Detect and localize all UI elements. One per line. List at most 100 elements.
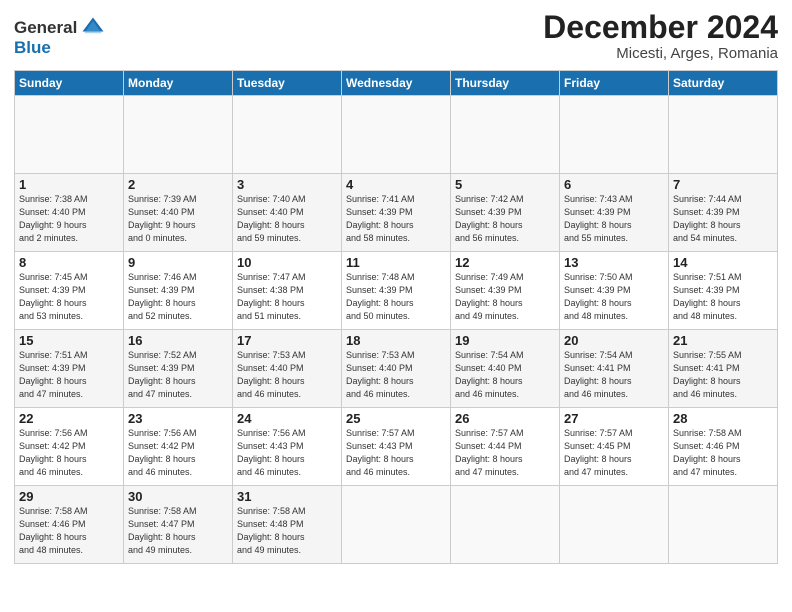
- table-cell: 8Sunrise: 7:45 AM Sunset: 4:39 PM Daylig…: [15, 252, 124, 330]
- table-cell: [233, 96, 342, 174]
- table-cell: [669, 486, 778, 564]
- calendar-header-row: Sunday Monday Tuesday Wednesday Thursday…: [15, 71, 778, 96]
- day-number: 20: [564, 333, 664, 348]
- day-info: Sunrise: 7:40 AM Sunset: 4:40 PM Dayligh…: [237, 193, 337, 245]
- day-number: 17: [237, 333, 337, 348]
- day-number: 18: [346, 333, 446, 348]
- day-info: Sunrise: 7:46 AM Sunset: 4:39 PM Dayligh…: [128, 271, 228, 323]
- day-number: 12: [455, 255, 555, 270]
- table-cell: 23Sunrise: 7:56 AM Sunset: 4:42 PM Dayli…: [124, 408, 233, 486]
- day-info: Sunrise: 7:45 AM Sunset: 4:39 PM Dayligh…: [19, 271, 119, 323]
- calendar-week-row: 8Sunrise: 7:45 AM Sunset: 4:39 PM Daylig…: [15, 252, 778, 330]
- table-cell: 28Sunrise: 7:58 AM Sunset: 4:46 PM Dayli…: [669, 408, 778, 486]
- logo-icon: [79, 14, 107, 42]
- day-number: 7: [673, 177, 773, 192]
- title-block: December 2024 Micesti, Arges, Romania: [543, 10, 778, 62]
- table-cell: 29Sunrise: 7:58 AM Sunset: 4:46 PM Dayli…: [15, 486, 124, 564]
- day-info: Sunrise: 7:48 AM Sunset: 4:39 PM Dayligh…: [346, 271, 446, 323]
- day-info: Sunrise: 7:54 AM Sunset: 4:41 PM Dayligh…: [564, 349, 664, 401]
- main-container: General Blue December 2024 Micesti, Arge…: [0, 0, 792, 574]
- table-cell: [15, 96, 124, 174]
- day-info: Sunrise: 7:50 AM Sunset: 4:39 PM Dayligh…: [564, 271, 664, 323]
- table-cell: 30Sunrise: 7:58 AM Sunset: 4:47 PM Dayli…: [124, 486, 233, 564]
- table-cell: 20Sunrise: 7:54 AM Sunset: 4:41 PM Dayli…: [560, 330, 669, 408]
- day-info: Sunrise: 7:47 AM Sunset: 4:38 PM Dayligh…: [237, 271, 337, 323]
- day-number: 10: [237, 255, 337, 270]
- table-cell: [342, 96, 451, 174]
- table-cell: 7Sunrise: 7:44 AM Sunset: 4:39 PM Daylig…: [669, 174, 778, 252]
- day-info: Sunrise: 7:58 AM Sunset: 4:46 PM Dayligh…: [19, 505, 119, 557]
- day-number: 21: [673, 333, 773, 348]
- day-number: 2: [128, 177, 228, 192]
- day-number: 11: [346, 255, 446, 270]
- col-sunday: Sunday: [15, 71, 124, 96]
- table-cell: 2Sunrise: 7:39 AM Sunset: 4:40 PM Daylig…: [124, 174, 233, 252]
- day-number: 19: [455, 333, 555, 348]
- calendar-week-row: [15, 96, 778, 174]
- day-info: Sunrise: 7:38 AM Sunset: 4:40 PM Dayligh…: [19, 193, 119, 245]
- calendar-week-row: 29Sunrise: 7:58 AM Sunset: 4:46 PM Dayli…: [15, 486, 778, 564]
- day-number: 28: [673, 411, 773, 426]
- calendar-week-row: 22Sunrise: 7:56 AM Sunset: 4:42 PM Dayli…: [15, 408, 778, 486]
- day-number: 24: [237, 411, 337, 426]
- day-number: 13: [564, 255, 664, 270]
- page-subtitle: Micesti, Arges, Romania: [543, 45, 778, 62]
- day-number: 1: [19, 177, 119, 192]
- table-cell: 1Sunrise: 7:38 AM Sunset: 4:40 PM Daylig…: [15, 174, 124, 252]
- day-info: Sunrise: 7:55 AM Sunset: 4:41 PM Dayligh…: [673, 349, 773, 401]
- table-cell: 19Sunrise: 7:54 AM Sunset: 4:40 PM Dayli…: [451, 330, 560, 408]
- table-cell: 4Sunrise: 7:41 AM Sunset: 4:39 PM Daylig…: [342, 174, 451, 252]
- day-info: Sunrise: 7:56 AM Sunset: 4:42 PM Dayligh…: [19, 427, 119, 479]
- day-number: 29: [19, 489, 119, 504]
- day-number: 27: [564, 411, 664, 426]
- day-info: Sunrise: 7:53 AM Sunset: 4:40 PM Dayligh…: [346, 349, 446, 401]
- table-cell: 21Sunrise: 7:55 AM Sunset: 4:41 PM Dayli…: [669, 330, 778, 408]
- day-info: Sunrise: 7:54 AM Sunset: 4:40 PM Dayligh…: [455, 349, 555, 401]
- table-cell: [451, 96, 560, 174]
- table-cell: 15Sunrise: 7:51 AM Sunset: 4:39 PM Dayli…: [15, 330, 124, 408]
- day-number: 15: [19, 333, 119, 348]
- day-info: Sunrise: 7:52 AM Sunset: 4:39 PM Dayligh…: [128, 349, 228, 401]
- day-number: 26: [455, 411, 555, 426]
- table-cell: [451, 486, 560, 564]
- day-info: Sunrise: 7:42 AM Sunset: 4:39 PM Dayligh…: [455, 193, 555, 245]
- day-number: 16: [128, 333, 228, 348]
- day-number: 3: [237, 177, 337, 192]
- day-info: Sunrise: 7:49 AM Sunset: 4:39 PM Dayligh…: [455, 271, 555, 323]
- table-cell: 6Sunrise: 7:43 AM Sunset: 4:39 PM Daylig…: [560, 174, 669, 252]
- day-info: Sunrise: 7:58 AM Sunset: 4:47 PM Dayligh…: [128, 505, 228, 557]
- day-number: 25: [346, 411, 446, 426]
- day-number: 9: [128, 255, 228, 270]
- day-info: Sunrise: 7:56 AM Sunset: 4:43 PM Dayligh…: [237, 427, 337, 479]
- day-number: 31: [237, 489, 337, 504]
- table-cell: [560, 96, 669, 174]
- col-thursday: Thursday: [451, 71, 560, 96]
- day-info: Sunrise: 7:56 AM Sunset: 4:42 PM Dayligh…: [128, 427, 228, 479]
- calendar-table: Sunday Monday Tuesday Wednesday Thursday…: [14, 70, 778, 564]
- table-cell: 9Sunrise: 7:46 AM Sunset: 4:39 PM Daylig…: [124, 252, 233, 330]
- table-cell: [124, 96, 233, 174]
- day-number: 4: [346, 177, 446, 192]
- table-cell: 27Sunrise: 7:57 AM Sunset: 4:45 PM Dayli…: [560, 408, 669, 486]
- day-number: 6: [564, 177, 664, 192]
- table-cell: 12Sunrise: 7:49 AM Sunset: 4:39 PM Dayli…: [451, 252, 560, 330]
- day-number: 8: [19, 255, 119, 270]
- table-cell: 22Sunrise: 7:56 AM Sunset: 4:42 PM Dayli…: [15, 408, 124, 486]
- day-info: Sunrise: 7:58 AM Sunset: 4:46 PM Dayligh…: [673, 427, 773, 479]
- day-number: 23: [128, 411, 228, 426]
- logo: General Blue: [14, 14, 107, 58]
- day-info: Sunrise: 7:51 AM Sunset: 4:39 PM Dayligh…: [19, 349, 119, 401]
- table-cell: 18Sunrise: 7:53 AM Sunset: 4:40 PM Dayli…: [342, 330, 451, 408]
- col-friday: Friday: [560, 71, 669, 96]
- day-info: Sunrise: 7:53 AM Sunset: 4:40 PM Dayligh…: [237, 349, 337, 401]
- header: General Blue December 2024 Micesti, Arge…: [14, 10, 778, 62]
- logo-general: General: [14, 18, 77, 38]
- table-cell: 31Sunrise: 7:58 AM Sunset: 4:48 PM Dayli…: [233, 486, 342, 564]
- day-number: 30: [128, 489, 228, 504]
- col-saturday: Saturday: [669, 71, 778, 96]
- table-cell: 13Sunrise: 7:50 AM Sunset: 4:39 PM Dayli…: [560, 252, 669, 330]
- table-cell: [560, 486, 669, 564]
- table-cell: 25Sunrise: 7:57 AM Sunset: 4:43 PM Dayli…: [342, 408, 451, 486]
- day-info: Sunrise: 7:51 AM Sunset: 4:39 PM Dayligh…: [673, 271, 773, 323]
- table-cell: 14Sunrise: 7:51 AM Sunset: 4:39 PM Dayli…: [669, 252, 778, 330]
